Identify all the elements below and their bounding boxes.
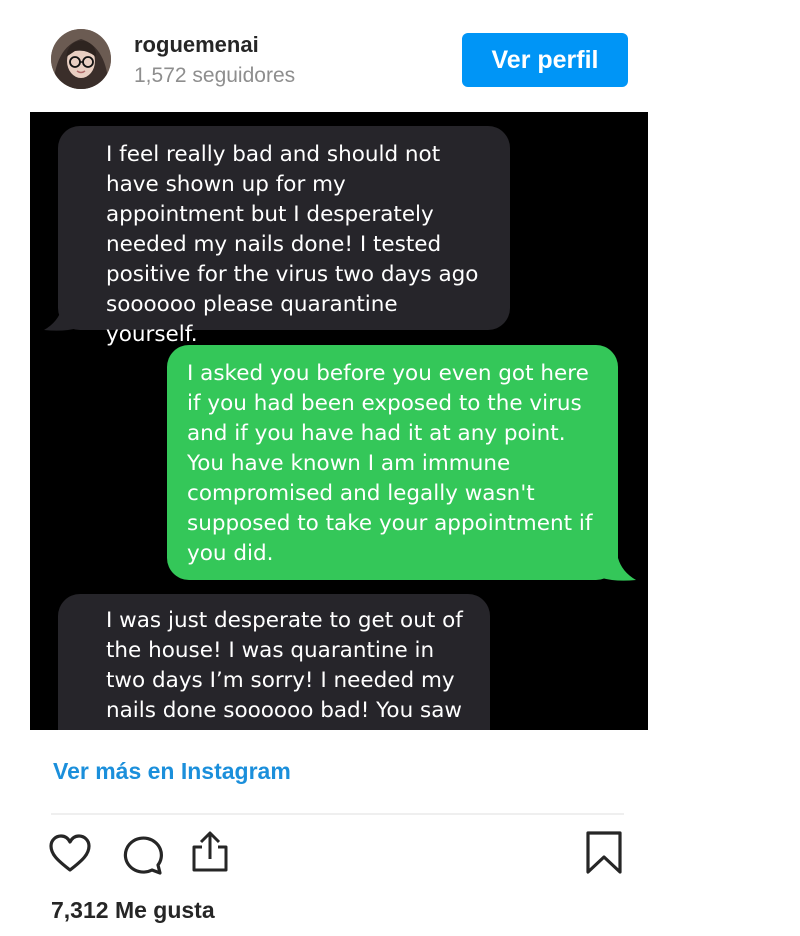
- view-more-on-instagram-link[interactable]: Ver más en Instagram: [53, 758, 291, 785]
- bubble-tail: [44, 308, 78, 331]
- username[interactable]: roguemenai: [134, 32, 259, 58]
- post-image-chat-screenshot[interactable]: I feel really bad and should not have sh…: [30, 112, 648, 730]
- message-bubble-incoming: I was just desperate to get out of the h…: [58, 594, 490, 730]
- message-bubble-outgoing: I asked you before you even got here if …: [167, 345, 618, 580]
- divider: [51, 813, 624, 815]
- heart-icon[interactable]: [49, 833, 91, 873]
- view-profile-button[interactable]: Ver perfil: [462, 33, 628, 87]
- avatar-image: [51, 29, 111, 89]
- post-header: roguemenai 1,572 seguidores Ver perfil: [0, 0, 800, 112]
- bubble-tail: [602, 558, 636, 581]
- follower-count: 1,572 seguidores: [134, 64, 296, 87]
- bookmark-icon[interactable]: [585, 830, 623, 876]
- message-bubble-incoming: I feel really bad and should not have sh…: [58, 126, 510, 347]
- like-count[interactable]: 7,312 Me gusta: [51, 897, 215, 924]
- comment-icon[interactable]: [120, 833, 164, 875]
- avatar[interactable]: [51, 29, 111, 89]
- share-icon[interactable]: [188, 829, 232, 873]
